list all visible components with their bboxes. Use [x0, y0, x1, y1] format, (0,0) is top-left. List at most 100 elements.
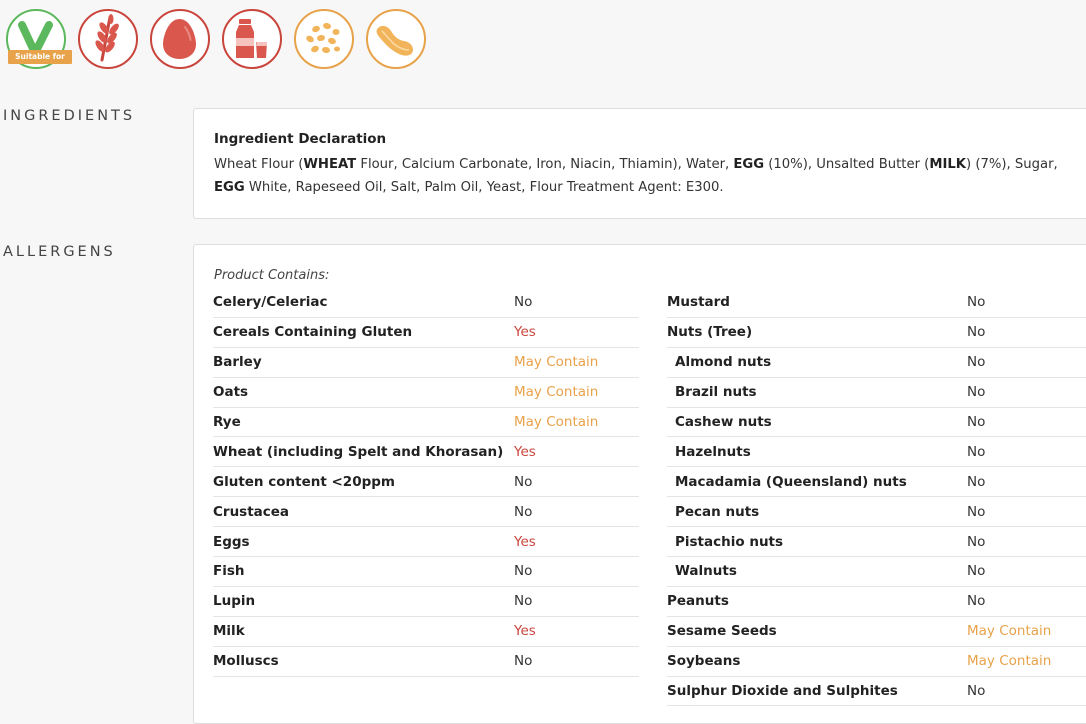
allergen-name: Macadamia (Queensland) nuts — [675, 473, 907, 490]
allergen-name: Pistachio nuts — [675, 533, 784, 550]
allergen-highlight: MILK — [929, 157, 966, 172]
allergen-name: Gluten content <20ppm — [213, 473, 395, 490]
allergen-name: Oats — [213, 384, 249, 401]
allergen-status: No — [967, 563, 986, 580]
suitable-for-label: Suitable for — [8, 50, 72, 64]
allergen-row: Lupin No — [213, 587, 639, 617]
allergen-name: Cereals Containing Gluten — [213, 324, 413, 341]
allergen-name: Pecan nuts — [675, 503, 760, 520]
allergen-list-right: Mustard No Nuts (Tree) No Almond nuts No Brazi… — [667, 288, 1086, 707]
allergen-name: Brazil nuts — [675, 384, 757, 401]
allergen-row: Soybeans May Contain — [667, 647, 1086, 677]
allergen-row: Walnuts No — [667, 557, 1086, 587]
allergen-row: Barley May Contain — [213, 348, 639, 378]
allergen-name: Barley — [213, 354, 262, 371]
allergen-row: Pecan nuts No — [667, 497, 1086, 528]
allergen-status: Yes — [514, 533, 536, 550]
allergens-panel: Product Contains: Celery/Celeriac No Cerea… — [193, 244, 1086, 724]
allergen-row: Cashew nuts No — [667, 408, 1086, 438]
ingredient-declaration-text: Wheat Flour (WHEAT Flour, Calcium Carbon… — [214, 153, 1086, 199]
allergen-status: No — [967, 324, 986, 341]
allergen-name: Hazelnuts — [675, 443, 751, 460]
allergen-status: May Contain — [514, 354, 599, 371]
allergen-status: No — [967, 533, 986, 550]
allergen-list-left: Celery/Celeriac No Cereals Containing Glut… — [213, 288, 639, 677]
allergen-row: Hazelnuts No — [667, 437, 1086, 468]
allergen-status: No — [514, 294, 533, 311]
allergen-row: Sesame Seeds May Contain — [667, 617, 1086, 647]
ingredient-text: Flour, Calcium Carbonate, Iron, Niacin, … — [356, 157, 734, 172]
allergen-row: Rye May Contain — [213, 408, 639, 438]
milk-icon — [222, 9, 282, 69]
allergen-row: Peanuts No — [667, 587, 1086, 617]
allergen-row: Oats May Contain — [213, 378, 639, 408]
allergen-name: Fish — [213, 563, 245, 580]
oats-icon — [294, 9, 354, 69]
allergen-row: Crustacea No — [213, 497, 639, 528]
soybean-icon — [366, 9, 426, 69]
allergen-row: Cereals Containing Gluten Yes — [213, 318, 639, 348]
allergen-highlight: WHEAT — [303, 157, 357, 172]
allergen-status: No — [967, 473, 986, 490]
allergen-status: No — [967, 294, 986, 311]
allergen-row: Almond nuts No — [667, 348, 1086, 378]
allergen-name: Sulphur Dioxide and Sulphites — [667, 683, 898, 700]
allergen-status: No — [514, 593, 533, 610]
allergen-status: May Contain — [514, 384, 599, 401]
allergen-row: Celery/Celeriac No — [213, 288, 639, 318]
allergen-status: No — [514, 653, 533, 670]
allergen-name: Almond nuts — [675, 354, 772, 371]
ingredients-section-title: INGREDIENTS — [3, 108, 136, 124]
allergen-status: May Contain — [967, 623, 1052, 640]
wheat-icon — [78, 9, 138, 69]
ingredient-declaration-title: Ingredient Declaration — [214, 131, 387, 147]
allergen-row: Mustard No — [667, 288, 1086, 318]
vegetarian-icon: Suitable for — [6, 9, 72, 69]
allergen-highlight: EGG — [214, 180, 245, 195]
allergen-row: Macadamia (Queensland) nuts No — [667, 467, 1086, 498]
allergen-name: Lupin — [213, 593, 256, 610]
allergen-name: Nuts (Tree) — [667, 324, 753, 341]
allergen-status: No — [967, 384, 986, 401]
ingredient-text: White, Rapeseed Oil, Salt, Palm Oil, Yea… — [244, 180, 724, 195]
allergen-name: Celery/Celeriac — [213, 294, 328, 311]
allergen-row: Pistachio nuts No — [667, 527, 1086, 558]
allergen-name: Molluscs — [213, 653, 279, 670]
allergen-status: No — [967, 354, 986, 371]
allergen-row: Molluscs No — [213, 647, 639, 677]
allergen-name: Sesame Seeds — [667, 623, 777, 640]
ingredient-text: (10%), Unsalted Butter ( — [764, 157, 930, 172]
allergen-row: Eggs Yes — [213, 527, 639, 558]
ingredient-text: Wheat Flour ( — [214, 157, 304, 172]
allergen-status: No — [514, 473, 533, 490]
allergen-name: Cashew nuts — [675, 414, 772, 430]
allergen-row: Fish No — [213, 557, 639, 587]
allergen-row: Sulphur Dioxide and Sulphites No — [667, 677, 1086, 707]
allergen-status: No — [967, 443, 986, 460]
allergen-status: No — [967, 414, 986, 430]
allergen-name: Rye — [213, 414, 241, 430]
allergen-row: Milk Yes — [213, 617, 639, 647]
allergen-name: Wheat (including Spelt and Khorasan) — [213, 443, 504, 460]
product-contains-label: Product Contains: — [214, 268, 330, 283]
allergen-status: No — [967, 503, 986, 520]
allergen-status: No — [967, 593, 986, 610]
allergen-name: Walnuts — [675, 563, 737, 580]
allergen-row: Gluten content <20ppm No — [213, 467, 639, 498]
allergen-status: May Contain — [514, 414, 599, 430]
ingredient-text: ) (7%), Sugar, — [966, 157, 1058, 172]
allergen-status: May Contain — [967, 653, 1052, 670]
allergen-status: No — [514, 503, 533, 520]
allergen-name: Eggs — [213, 533, 250, 550]
allergen-highlight: EGG — [733, 157, 765, 172]
allergen-status: Yes — [514, 623, 536, 640]
allergen-row: Brazil nuts No — [667, 378, 1086, 408]
allergen-name: Peanuts — [667, 593, 729, 610]
allergen-status: Yes — [514, 324, 536, 341]
allergen-status: No — [514, 563, 533, 580]
allergen-status: Yes — [514, 443, 536, 460]
allergen-status: No — [967, 683, 986, 700]
allergen-name: Crustacea — [213, 503, 290, 520]
allergen-name: Mustard — [667, 294, 730, 311]
allergen-row: Wheat (including Spelt and Khorasan) Yes — [213, 437, 639, 468]
